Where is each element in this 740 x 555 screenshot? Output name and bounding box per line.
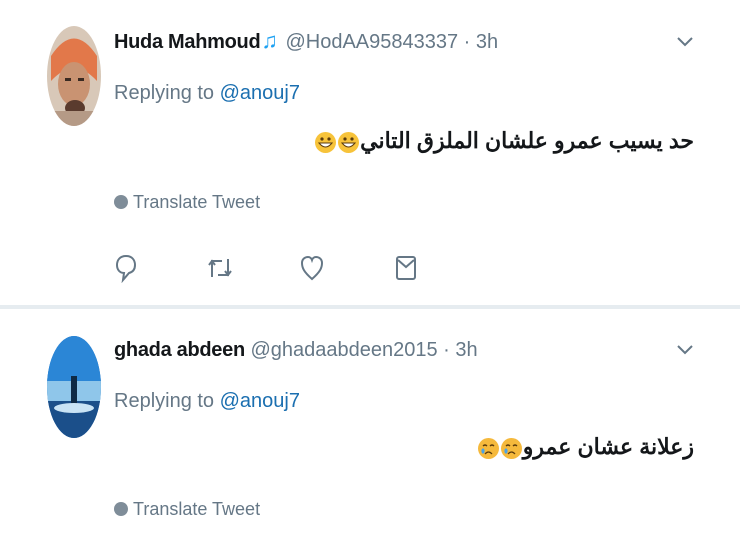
crying-face-icon bbox=[500, 437, 522, 459]
tweet-header: Huda Mahmoud♫ @HodAA95843337 · 3h bbox=[114, 28, 498, 54]
grinning-face-icon bbox=[338, 131, 360, 153]
crying-face-icon bbox=[477, 437, 499, 459]
chevron-down-icon[interactable] bbox=[677, 342, 693, 360]
replying-prefix: Replying to bbox=[114, 390, 215, 412]
avatar[interactable] bbox=[47, 26, 101, 126]
display-name[interactable]: Huda Mahmoud bbox=[114, 31, 261, 53]
tweet-text-content: زعلانة عشان عمرو bbox=[522, 434, 694, 459]
direct-message-icon[interactable] bbox=[395, 253, 417, 288]
reply-icon[interactable] bbox=[115, 253, 137, 288]
user-handle[interactable]: @HodAA95843337 bbox=[285, 31, 458, 53]
grinning-face-icon bbox=[315, 131, 337, 153]
timestamp[interactable]: 3h bbox=[455, 339, 477, 361]
avatar[interactable] bbox=[47, 336, 101, 438]
heart-icon[interactable] bbox=[300, 253, 324, 288]
tweet-card[interactable]: ghada abdeen @ghadaabdeen2015 · 3h Reply… bbox=[0, 309, 740, 555]
translate-tweet-link[interactable]: Translate Tweet bbox=[114, 499, 260, 520]
translate-tweet-link[interactable]: Translate Tweet bbox=[114, 192, 260, 213]
separator-dot: · bbox=[463, 31, 471, 53]
tweet-card[interactable]: Huda Mahmoud♫ @HodAA95843337 · 3h Replyi… bbox=[0, 0, 740, 306]
replying-to: Replying to @anouj7 bbox=[114, 390, 300, 413]
music-note-icon: ♫ bbox=[261, 28, 278, 53]
user-handle[interactable]: @ghadaabdeen2015 bbox=[250, 339, 437, 361]
mention-link[interactable]: @anouj7 bbox=[220, 82, 300, 104]
globe-icon bbox=[114, 195, 128, 209]
translate-label: Translate Tweet bbox=[133, 192, 261, 212]
display-name[interactable]: ghada abdeen bbox=[114, 339, 245, 361]
separator-dot: · bbox=[443, 339, 450, 361]
translate-label: Translate Tweet bbox=[133, 499, 261, 519]
replying-to: Replying to @anouj7 bbox=[114, 82, 300, 105]
timestamp[interactable]: 3h bbox=[476, 31, 498, 53]
chevron-down-icon[interactable] bbox=[677, 34, 693, 52]
replying-prefix: Replying to bbox=[114, 82, 215, 104]
mention-link[interactable]: @anouj7 bbox=[220, 390, 300, 412]
tweet-header: ghada abdeen @ghadaabdeen2015 · 3h bbox=[114, 339, 478, 362]
globe-icon bbox=[114, 502, 128, 516]
tweet-text: حد يسيب عمرو علشان الملزق التاني bbox=[314, 128, 694, 154]
tweet-text: زعلانة عشان عمرو bbox=[477, 434, 694, 460]
tweet-text-content: حد يسيب عمرو علشان الملزق التاني bbox=[360, 128, 694, 153]
retweet-icon[interactable] bbox=[207, 253, 233, 288]
tweet-actions bbox=[0, 253, 740, 287]
